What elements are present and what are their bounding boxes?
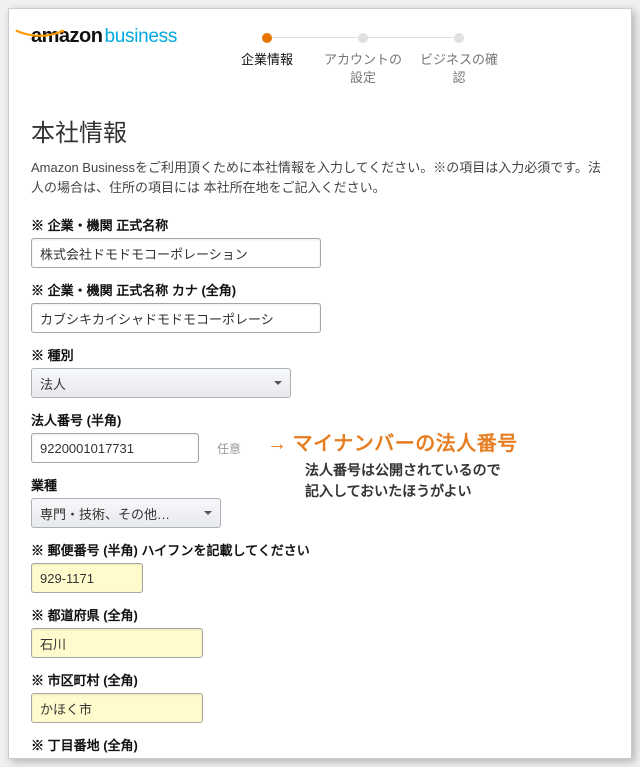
select-industry-value: 専門・技術、その他…	[40, 504, 170, 523]
step-account-settings: アカウントの 設定	[315, 33, 411, 87]
field-address: ※ 丁目番地 (全角)	[31, 735, 609, 759]
input-prefecture[interactable]	[31, 628, 203, 658]
label-type: ※ 種別	[31, 345, 609, 364]
field-postal: ※ 郵便番号 (半角) ハイフンを記載してください	[31, 540, 609, 593]
step-connector	[363, 37, 459, 38]
label-address: ※ 丁目番地 (全角)	[31, 735, 609, 754]
amazon-business-logo: amazon business	[31, 25, 177, 48]
label-industry: 業種	[31, 475, 609, 494]
step-dot-icon	[454, 33, 464, 43]
step-label: 企業情報	[241, 51, 293, 69]
field-type: ※ 種別 法人	[31, 345, 609, 398]
label-company-name-kana: ※ 企業・機関 正式名称 カナ (全角)	[31, 280, 609, 299]
progress-stepper: 企業情報 アカウントの 設定 ビジネスの確 認	[219, 33, 609, 87]
label-company-name: ※ 企業・機関 正式名称	[31, 215, 609, 234]
step-company-info: 企業情報	[219, 33, 315, 69]
label-city: ※ 市区町村 (全角)	[31, 670, 609, 689]
select-industry[interactable]: 専門・技術、その他…	[31, 498, 221, 528]
page-title: 本社情報	[31, 113, 609, 148]
amazon-smile-icon	[15, 29, 73, 41]
label-corp-number: 法人番号 (半角)	[31, 410, 609, 429]
input-company-name[interactable]	[31, 238, 321, 268]
input-company-name-kana[interactable]	[31, 303, 321, 333]
chevron-down-icon	[204, 511, 212, 515]
input-city[interactable]	[31, 693, 203, 723]
field-industry: 業種 専門・技術、その他…	[31, 475, 609, 528]
field-city: ※ 市区町村 (全角)	[31, 670, 609, 723]
select-type[interactable]: 法人	[31, 368, 291, 398]
input-postal[interactable]	[31, 563, 143, 593]
step-dot-icon	[262, 33, 272, 43]
page-container: amazon business 企業情報 アカウントの 設定 ビジネスの確 認	[8, 8, 632, 759]
page-description: Amazon Businessをご利用頂くために本社情報を入力してください。※の…	[31, 158, 609, 197]
field-prefecture: ※ 都道府県 (全角)	[31, 605, 609, 658]
field-company-name: ※ 企業・機関 正式名称	[31, 215, 609, 268]
step-connector	[267, 37, 363, 38]
field-corp-number: 法人番号 (半角) 任意	[31, 410, 609, 463]
select-type-value: 法人	[40, 374, 66, 393]
logo-business-text: business	[104, 26, 177, 48]
input-address[interactable]	[31, 758, 291, 759]
field-company-name-kana: ※ 企業・機関 正式名称 カナ (全角)	[31, 280, 609, 333]
step-label: ビジネスの確 認	[420, 51, 498, 87]
header: amazon business 企業情報 アカウントの 設定 ビジネスの確 認	[31, 25, 609, 87]
input-corp-number[interactable]	[31, 433, 199, 463]
chevron-down-icon	[274, 381, 282, 385]
step-dot-icon	[358, 33, 368, 43]
step-label: アカウントの 設定	[324, 51, 402, 87]
step-business-confirm: ビジネスの確 認	[411, 33, 507, 87]
optional-hint: 任意	[217, 440, 241, 457]
label-postal: ※ 郵便番号 (半角) ハイフンを記載してください	[31, 540, 609, 559]
label-prefecture: ※ 都道府県 (全角)	[31, 605, 609, 624]
